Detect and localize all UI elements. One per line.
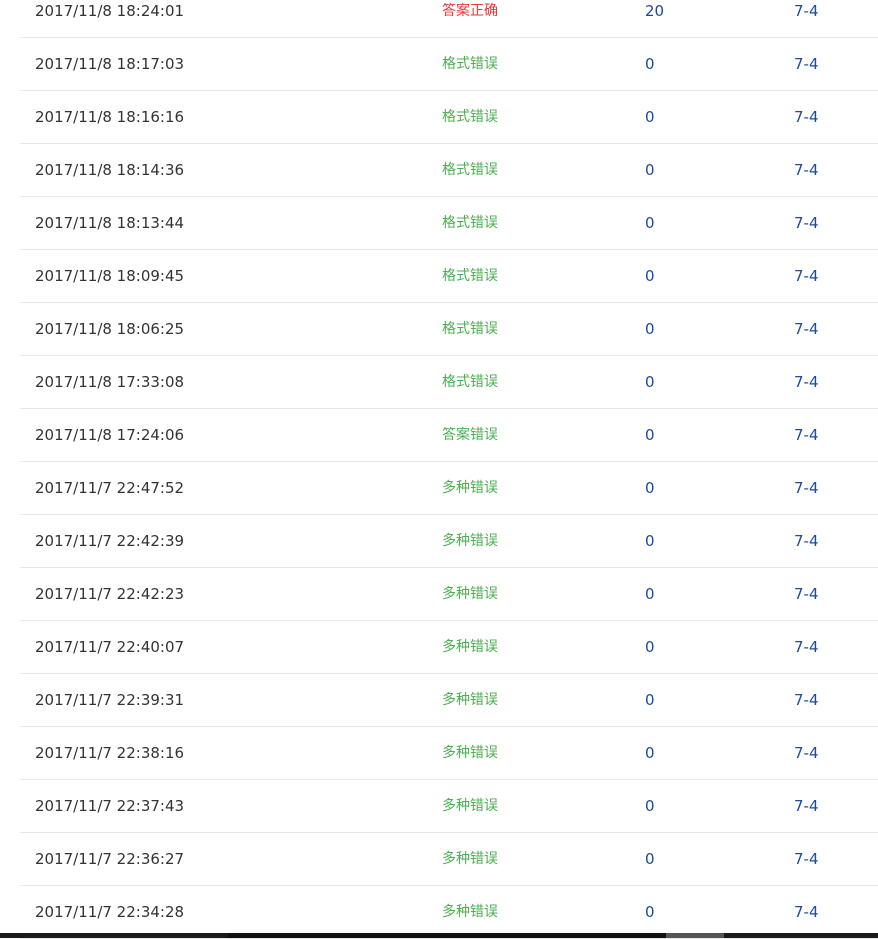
problem-link[interactable]: 7-4 xyxy=(794,303,819,355)
table-row: 2017/11/7 22:42:39 多种错误 0 7-4 xyxy=(20,515,878,568)
table-row: 2017/11/7 22:40:07 多种错误 0 7-4 xyxy=(20,621,878,674)
score-link[interactable]: 0 xyxy=(645,886,655,938)
score-link[interactable]: 0 xyxy=(645,38,655,90)
score-link[interactable]: 0 xyxy=(645,91,655,143)
status-badge: 格式错误 xyxy=(442,268,498,284)
table-row: 2017/11/7 22:39:31 多种错误 0 7-4 xyxy=(20,674,878,727)
table-row: 2017/11/8 17:24:06 答案错误 0 7-4 xyxy=(20,409,878,462)
problem-link[interactable]: 7-4 xyxy=(794,91,819,143)
problem-link[interactable]: 7-4 xyxy=(794,833,819,885)
score-link[interactable]: 0 xyxy=(645,356,655,408)
table-row: 2017/11/8 18:17:03 格式错误 0 7-4 xyxy=(20,38,878,91)
problem-link[interactable]: 7-4 xyxy=(794,356,819,408)
status-badge: 格式错误 xyxy=(442,109,498,125)
submit-time: 2017/11/7 22:37:43 xyxy=(35,797,185,815)
table-row: 2017/11/8 18:16:16 格式错误 0 7-4 xyxy=(20,91,878,144)
problem-link[interactable]: 7-4 xyxy=(794,886,819,938)
table-row: 2017/11/8 18:09:45 格式错误 0 7-4 xyxy=(20,250,878,303)
problem-link[interactable]: 7-4 xyxy=(794,409,819,461)
score-link[interactable]: 0 xyxy=(645,515,655,567)
submit-time: 2017/11/8 18:09:45 xyxy=(35,267,185,285)
status-badge: 格式错误 xyxy=(442,56,498,72)
status-badge: 多种错误 xyxy=(442,745,498,761)
problem-link[interactable]: 7-4 xyxy=(794,0,819,37)
status-badge: 多种错误 xyxy=(442,851,498,867)
submit-time: 2017/11/7 22:42:39 xyxy=(35,532,185,550)
submit-time: 2017/11/8 18:24:01 xyxy=(35,2,185,20)
submit-time: 2017/11/7 22:39:31 xyxy=(35,691,185,709)
score-link[interactable]: 0 xyxy=(645,303,655,355)
problem-link[interactable]: 7-4 xyxy=(794,250,819,302)
score-link[interactable]: 0 xyxy=(645,833,655,885)
submit-time: 2017/11/7 22:38:16 xyxy=(35,744,185,762)
submit-time: 2017/11/8 18:13:44 xyxy=(35,214,185,232)
table-row: 2017/11/7 22:42:23 多种错误 0 7-4 xyxy=(20,568,878,621)
score-link[interactable]: 0 xyxy=(645,674,655,726)
table-row: 2017/11/8 18:06:25 格式错误 0 7-4 xyxy=(20,303,878,356)
submit-time: 2017/11/7 22:36:27 xyxy=(35,850,185,868)
scrollbar-segment xyxy=(724,933,878,938)
score-link[interactable]: 0 xyxy=(645,144,655,196)
status-badge: 格式错误 xyxy=(442,162,498,178)
scrollbar-segment xyxy=(0,933,228,938)
problem-link[interactable]: 7-4 xyxy=(794,38,819,90)
submit-time: 2017/11/8 18:17:03 xyxy=(35,55,185,73)
score-link[interactable]: 0 xyxy=(645,250,655,302)
status-badge: 多种错误 xyxy=(442,480,498,496)
submit-time: 2017/11/8 17:33:08 xyxy=(35,373,185,391)
problem-link[interactable]: 7-4 xyxy=(794,780,819,832)
table-row: 2017/11/8 18:24:01 答案正确 20 7-4 xyxy=(20,0,878,38)
score-link[interactable]: 0 xyxy=(645,409,655,461)
table-row: 2017/11/8 17:33:08 格式错误 0 7-4 xyxy=(20,356,878,409)
problem-link[interactable]: 7-4 xyxy=(794,515,819,567)
table-row: 2017/11/7 22:47:52 多种错误 0 7-4 xyxy=(20,462,878,515)
score-link[interactable]: 0 xyxy=(645,780,655,832)
submit-time: 2017/11/8 18:14:36 xyxy=(35,161,185,179)
table-row: 2017/11/7 22:37:43 多种错误 0 7-4 xyxy=(20,780,878,833)
submit-time: 2017/11/8 18:16:16 xyxy=(35,108,185,126)
status-badge: 多种错误 xyxy=(442,904,498,920)
scrollbar-thumb[interactable] xyxy=(228,933,666,938)
submit-time: 2017/11/7 22:34:28 xyxy=(35,903,185,921)
status-badge: 多种错误 xyxy=(442,533,498,549)
score-link[interactable]: 20 xyxy=(645,0,664,37)
status-badge: 格式错误 xyxy=(442,321,498,337)
table-row: 2017/11/8 18:14:36 格式错误 0 7-4 xyxy=(20,144,878,197)
problem-link[interactable]: 7-4 xyxy=(794,568,819,620)
table-row: 2017/11/7 22:34:28 多种错误 0 7-4 xyxy=(20,886,878,939)
problem-link[interactable]: 7-4 xyxy=(794,727,819,779)
status-badge: 格式错误 xyxy=(442,374,498,390)
table-row: 2017/11/7 22:38:16 多种错误 0 7-4 xyxy=(20,727,878,780)
status-badge: 格式错误 xyxy=(442,215,498,231)
submit-time: 2017/11/8 17:24:06 xyxy=(35,426,185,444)
problem-link[interactable]: 7-4 xyxy=(794,462,819,514)
submit-time: 2017/11/8 18:06:25 xyxy=(35,320,185,338)
score-link[interactable]: 0 xyxy=(645,197,655,249)
status-badge: 多种错误 xyxy=(442,798,498,814)
submit-time: 2017/11/7 22:47:52 xyxy=(35,479,185,497)
score-link[interactable]: 0 xyxy=(645,621,655,673)
submit-time: 2017/11/7 22:42:23 xyxy=(35,585,185,603)
status-badge: 答案错误 xyxy=(442,427,498,443)
score-link[interactable]: 0 xyxy=(645,727,655,779)
submit-time: 2017/11/7 22:40:07 xyxy=(35,638,185,656)
problem-link[interactable]: 7-4 xyxy=(794,674,819,726)
problem-link[interactable]: 7-4 xyxy=(794,144,819,196)
status-badge: 多种错误 xyxy=(442,639,498,655)
table-row: 2017/11/8 18:13:44 格式错误 0 7-4 xyxy=(20,197,878,250)
scrollbar-segment xyxy=(666,933,724,938)
horizontal-scrollbar[interactable] xyxy=(0,933,878,938)
score-link[interactable]: 0 xyxy=(645,462,655,514)
submissions-table: 2017/11/8 18:24:01 答案正确 20 7-4 2017/11/8… xyxy=(20,0,878,939)
status-badge: 多种错误 xyxy=(442,586,498,602)
status-badge: 答案正确 xyxy=(442,3,498,19)
problem-link[interactable]: 7-4 xyxy=(794,621,819,673)
score-link[interactable]: 0 xyxy=(645,568,655,620)
problem-link[interactable]: 7-4 xyxy=(794,197,819,249)
status-badge: 多种错误 xyxy=(442,692,498,708)
table-row: 2017/11/7 22:36:27 多种错误 0 7-4 xyxy=(20,833,878,886)
